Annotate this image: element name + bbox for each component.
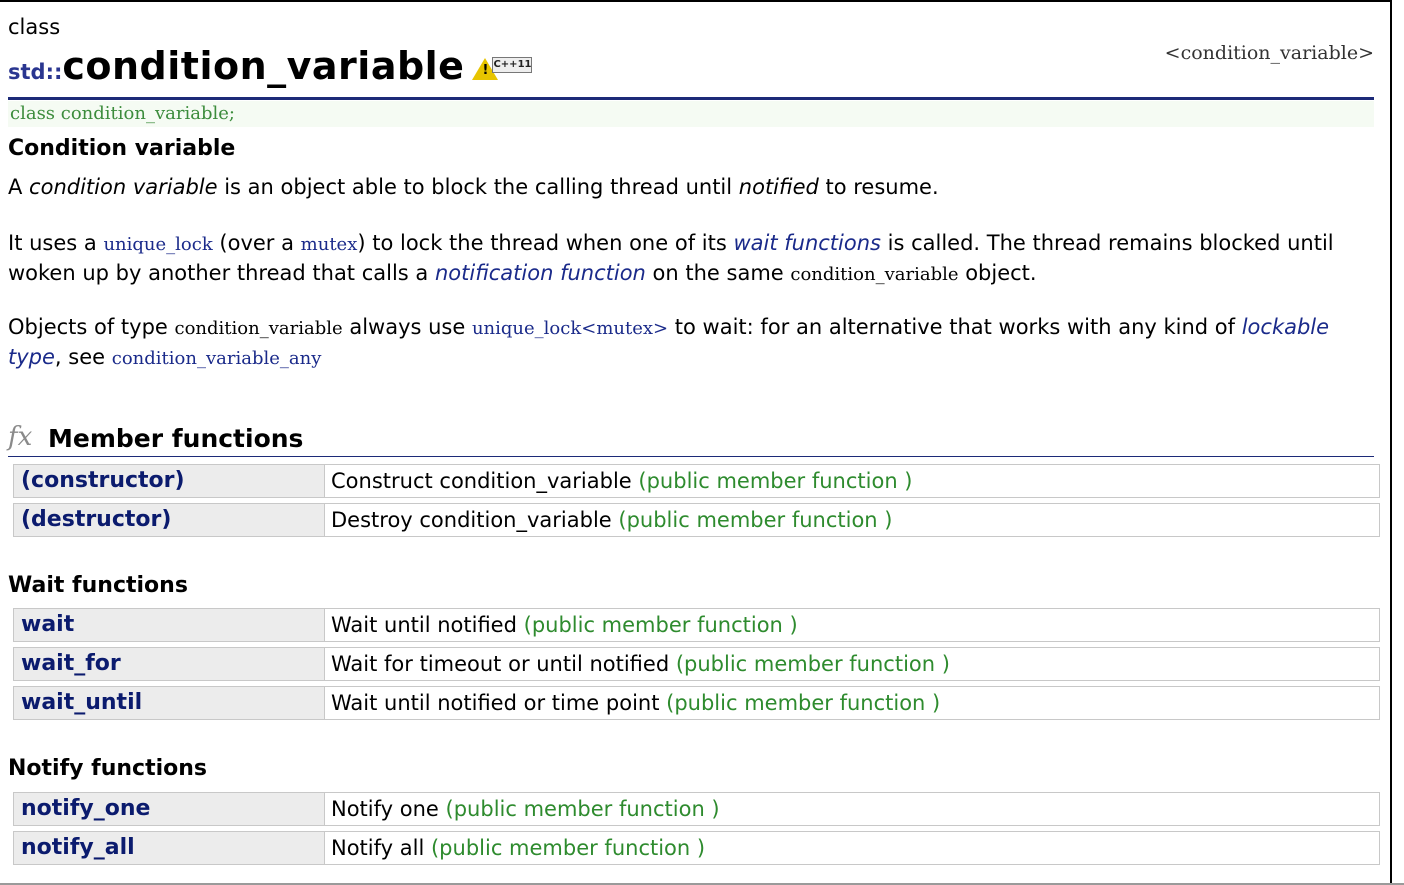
member-row: notify_one Notify one (public member func… (13, 792, 1380, 826)
text-run: It uses a (8, 231, 104, 255)
text-run: always use (342, 315, 472, 339)
member-row: (constructor) Construct condition_variabl… (13, 464, 1380, 498)
entity-kind: class (8, 15, 61, 39)
section-subtitle: Condition variable (8, 136, 236, 161)
member-description-text: Destroy condition_variable (331, 508, 612, 532)
cpp11-warning-icon: ! C++11 (472, 54, 533, 82)
member-name-link[interactable]: notify_all (14, 832, 325, 864)
member-type-label: (public member function ) (430, 836, 706, 860)
member-description: Destroy condition_variable (public membe… (325, 504, 1379, 536)
text-run: to wait: for an alternative that works w… (668, 315, 1242, 339)
member-description: Notify one (public member function ) (325, 793, 1379, 825)
title-divider (8, 97, 1374, 100)
function-icon: fx (8, 422, 33, 452)
inline-code: condition_variable (174, 318, 343, 339)
member-row: notify_all Notify all (public member func… (13, 831, 1380, 865)
member-name-link[interactable]: wait_for (14, 648, 325, 680)
emphasis-term: notified (738, 175, 819, 199)
title-namespace: std:: (8, 60, 63, 84)
member-type-label: (public member function ) (445, 797, 720, 821)
declaration-code: class condition_variable; (8, 101, 1374, 127)
member-type-label: (public member function ) (523, 613, 798, 637)
member-description: Wait until notified (public member funct… (325, 609, 1379, 641)
wait-functions-link[interactable]: wait functions (733, 231, 881, 255)
member-functions-title: Member functions (48, 424, 304, 453)
member-description-text: Wait for timeout or until notified (331, 652, 670, 676)
condition-variable-any-link[interactable]: condition_variable_any (112, 348, 322, 369)
member-description-text: Notify all (331, 836, 425, 860)
member-type-label: (public member function ) (618, 508, 893, 532)
description-paragraph-2: It uses a unique_lock (over a mutex) to … (8, 229, 1374, 289)
member-group-wait: wait Wait until notified (public member f… (13, 608, 1380, 725)
member-description-text: Wait until notified or time point (331, 691, 660, 715)
member-name-link[interactable]: (destructor) (14, 504, 325, 536)
wait-functions-title: Wait functions (8, 573, 188, 598)
text-run: ) to lock the thread when one of its (357, 231, 734, 255)
member-name-link[interactable]: wait_until (14, 687, 325, 719)
member-type-label: (public member function ) (675, 652, 950, 676)
text-run: object. (958, 261, 1037, 285)
member-description-text: Wait until notified (331, 613, 517, 637)
member-description-text: Notify one (331, 797, 439, 821)
unique-lock-mutex-link[interactable]: unique_lock<mutex> (472, 318, 668, 339)
member-description: Construct condition_variable (public mem… (325, 465, 1379, 497)
cpp11-badge: C++11 (492, 57, 533, 73)
member-row: (destructor) Destroy condition_variable (… (13, 503, 1380, 537)
description-paragraph-1: A condition variable is an object able t… (8, 173, 1374, 201)
inline-code: condition_variable (790, 264, 959, 285)
mutex-link[interactable]: mutex (301, 234, 358, 255)
member-row: wait Wait until notified (public member f… (13, 608, 1380, 642)
text-run: , see (54, 345, 112, 369)
member-group-basic: (constructor) Construct condition_variabl… (13, 464, 1380, 542)
member-row: wait_until Wait until notified or time po… (13, 686, 1380, 720)
text-run: to resume. (818, 175, 939, 199)
member-name-link[interactable]: wait (14, 609, 325, 641)
member-name-link[interactable]: (constructor) (14, 465, 325, 497)
member-type-label: (public member function ) (638, 469, 913, 493)
member-description: Notify all (public member function ) (325, 832, 1379, 864)
text-run: (over a (212, 231, 301, 255)
member-type-label: (public member function ) (666, 691, 941, 715)
title-name: condition_variable (62, 44, 465, 88)
member-name-link[interactable]: notify_one (14, 793, 325, 825)
text-run: is an object able to block the calling t… (217, 175, 739, 199)
description-paragraph-3: Objects of type condition_variable alway… (8, 313, 1374, 373)
text-run: on the same (645, 261, 791, 285)
unique-lock-link[interactable]: unique_lock (103, 234, 212, 255)
warning-mark: ! (482, 63, 489, 78)
member-group-notify: notify_one Notify one (public member func… (13, 792, 1380, 870)
member-row: wait_for Wait for timeout or until notifi… (13, 647, 1380, 681)
text-run: A (8, 175, 30, 199)
notify-functions-title: Notify functions (8, 756, 208, 781)
member-functions-header: fx Member functions (8, 422, 1374, 457)
member-description-text: Construct condition_variable (331, 469, 632, 493)
text-run: Objects of type (8, 315, 175, 339)
page-title: std::condition_variable! C++11 (8, 44, 533, 92)
emphasis-term: condition variable (29, 175, 218, 199)
member-description: Wait for timeout or until notified (publ… (325, 648, 1379, 680)
member-description: Wait until notified or time point (publi… (325, 687, 1379, 719)
notification-function-link[interactable]: notification function (435, 261, 646, 285)
header-file-link[interactable]: <condition_variable> (1165, 42, 1374, 64)
